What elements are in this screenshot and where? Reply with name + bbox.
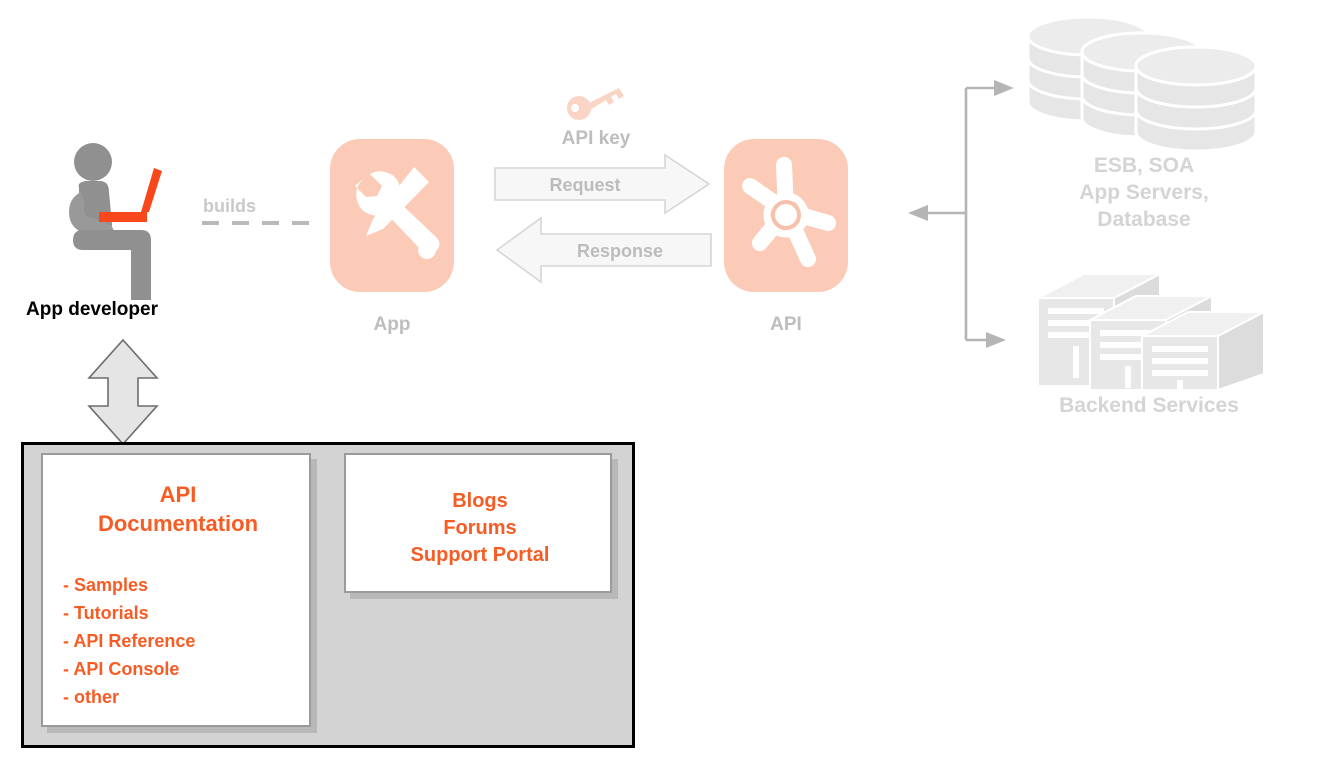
builds-label: builds (203, 196, 256, 216)
key-icon (566, 86, 626, 120)
api-documentation-title-line-2: Documentation (97, 511, 259, 536)
api-documentation-title-line-1: API (159, 482, 197, 507)
server-racks-icon (1030, 262, 1266, 392)
wrench-and-pencil-icon (355, 167, 440, 259)
app-node[interactable] (330, 139, 454, 292)
community-line-3: Support Portal (410, 544, 550, 566)
api-label: API (770, 314, 802, 335)
community-line-2: Forums (443, 517, 517, 539)
community-card[interactable]: Blogs Forums Support Portal (344, 453, 612, 593)
developer-portal-panel: API Documentation - Samples - Tutorials … (21, 442, 635, 748)
builds-dashed-line (200, 216, 320, 230)
backend-connector (890, 70, 1020, 350)
datastore-line-1: ESB, SOA (1093, 154, 1195, 177)
list-item: - Samples (63, 575, 149, 595)
developer-icon (55, 140, 185, 300)
docs-link-arrow (86, 338, 160, 446)
list-item: - API Reference (63, 631, 196, 651)
api-documentation-items: - Samples - Tutorials - API Reference - … (63, 571, 195, 711)
community-lines: Blogs Forums Support Portal (346, 488, 614, 569)
api-documentation-card[interactable]: API Documentation - Samples - Tutorials … (41, 453, 311, 727)
datastore-line-2: App Servers, (1079, 181, 1209, 204)
app-label: App (373, 314, 411, 335)
datastore-label: ESB, SOA App Servers, Database (1014, 152, 1274, 233)
list-item: - API Console (63, 659, 180, 679)
response-label: Response (576, 241, 664, 261)
api-node[interactable] (724, 139, 848, 292)
datastore-line-3: Database (1097, 208, 1191, 231)
list-item: - Tutorials (63, 603, 149, 623)
backend-services-label: Backend Services (1059, 394, 1239, 417)
api-key-label: API key (561, 128, 631, 149)
community-line-1: Blogs (452, 490, 508, 512)
diagram-canvas: App developer builds App API key Request… (0, 0, 1338, 770)
request-label: Request (549, 175, 621, 195)
database-cylinders-icon (1024, 14, 1264, 153)
list-item: - other (63, 687, 119, 707)
api-starburst-icon (742, 157, 836, 267)
developer-label: App developer (26, 299, 158, 320)
api-documentation-title: API Documentation (43, 480, 313, 538)
